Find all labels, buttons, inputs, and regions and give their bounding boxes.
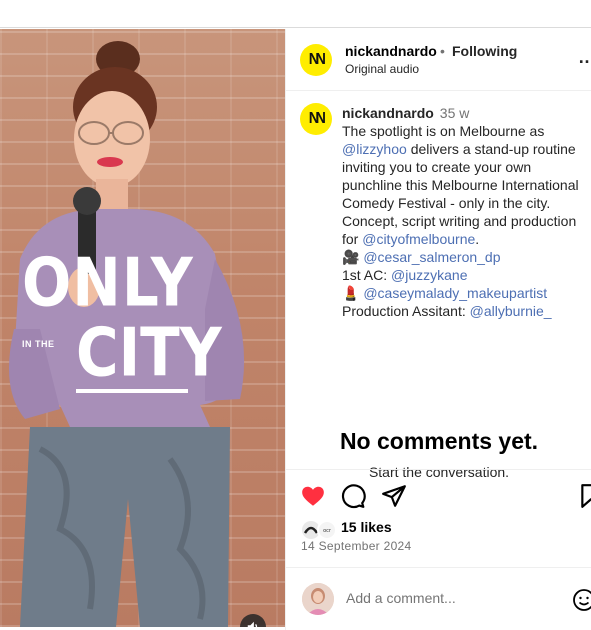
mention-cesar-salmeron[interactable]: @cesar_salmeron_dp [363, 249, 500, 265]
caption-section: NN nickandnardo 35 w The spotlight is on … [286, 91, 591, 480]
avatar-initials: NN [309, 51, 326, 68]
pa-label: Production Assitant: [342, 303, 466, 319]
mention-allyburnie[interactable]: @allyburnie_ [470, 303, 552, 319]
no-comments-title: No comments yet. [339, 428, 539, 454]
caption-line-7: for [342, 231, 359, 247]
mention-juzzykane[interactable]: @juzzykane [391, 267, 467, 283]
caption-line-2: delivers a stand-up routine [410, 141, 576, 157]
caption-text: nickandnardo 35 w The spotlight is on Mel… [342, 104, 591, 320]
caption-line-4: punchline this Melbourne International [342, 177, 579, 193]
comment-input[interactable] [346, 590, 546, 606]
caption-line-6: Concept, script writing and production [342, 213, 577, 229]
current-user-avatar[interactable] [302, 583, 334, 615]
mention-lizzyhoo[interactable]: @lizzyhoo [342, 141, 407, 157]
caption-username-link[interactable]: nickandnardo [342, 105, 434, 121]
following-button[interactable]: Following [452, 43, 517, 59]
likes-count[interactable]: 15 likes [341, 519, 392, 535]
like-heart-icon[interactable] [300, 483, 326, 509]
author-username-link[interactable]: nickandnardo [345, 43, 437, 59]
logo-word-only: ONLY [22, 243, 194, 322]
more-options-icon[interactable]: … [578, 47, 591, 68]
save-bookmark-icon[interactable] [578, 483, 591, 509]
current-user-photo [302, 583, 334, 615]
caption-line-5: Comedy Festival - only in the city. [342, 195, 551, 211]
mention-cityofmelbourne[interactable]: @cityofmelbourne [362, 231, 475, 247]
top-bar [0, 0, 591, 28]
caption-period: . [475, 231, 480, 247]
liker-avatars[interactable]: ocr [301, 519, 341, 541]
camera-emoji-icon: 🎥 [342, 249, 360, 265]
liker-avatar-stack: ocr [302, 520, 337, 540]
liker-badge-text: ocr [323, 528, 332, 534]
only-in-the-city-logo: ONLY IN THE CITY [22, 243, 222, 419]
caption-avatar-initials: NN [309, 110, 326, 127]
mention-caseymalady[interactable]: @caseymalady_makeupartist [363, 285, 547, 301]
comment-composer [286, 567, 591, 630]
post-video[interactable]: ONLY IN THE CITY [0, 29, 285, 627]
audio-link[interactable]: Original audio [345, 62, 419, 76]
logo-underline [76, 389, 188, 393]
post-header: NN nickandnardo • Following Original aud… [286, 29, 591, 91]
comment-icon[interactable] [340, 483, 366, 509]
post-details-panel: NN nickandnardo • Following Original aud… [285, 29, 591, 630]
caption-line-1: The spotlight is on Melbourne as [342, 123, 545, 139]
post-actions: ocr 15 likes 14 September 2024 [286, 469, 591, 567]
caption-author-avatar[interactable]: NN [300, 103, 332, 135]
share-icon[interactable] [381, 483, 407, 509]
ac-label: 1st AC: [342, 267, 388, 283]
logo-word-city: CITY [76, 313, 222, 392]
post-age[interactable]: 35 w [440, 105, 470, 121]
post-date[interactable]: 14 September 2024 [301, 539, 412, 553]
author-avatar[interactable]: NN [300, 44, 332, 76]
speaker-icon [247, 621, 258, 627]
logo-word-in-the: IN THE [22, 339, 55, 349]
emoji-picker-icon[interactable] [572, 588, 591, 612]
header-separator: • [440, 43, 445, 59]
lipstick-emoji-icon: 💄 [342, 285, 360, 301]
caption-line-3: inviting you to create your own [342, 159, 532, 175]
